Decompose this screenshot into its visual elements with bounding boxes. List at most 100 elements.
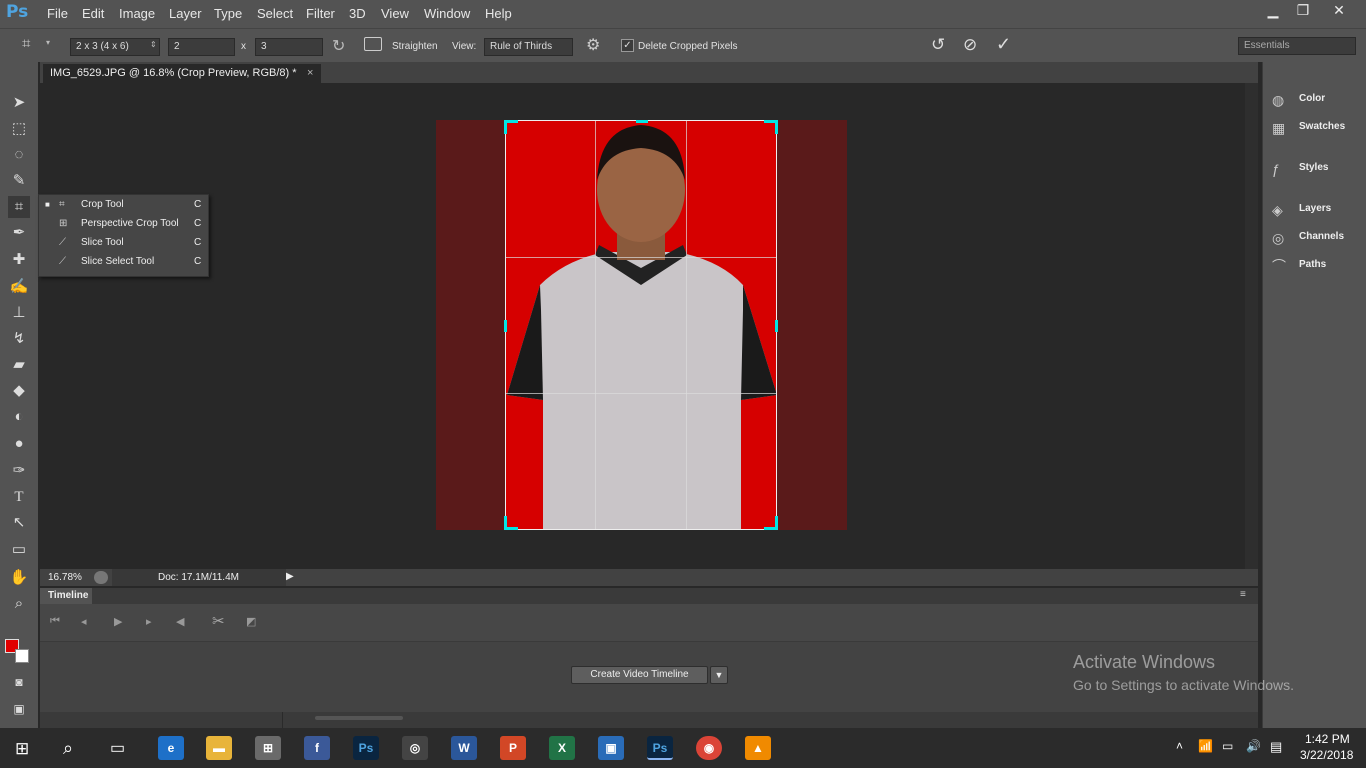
swatches-panel-tab[interactable]: Swatches xyxy=(1299,121,1345,132)
layers-panel-tab[interactable]: Layers xyxy=(1299,203,1331,214)
dodge-tool-icon[interactable]: ● xyxy=(8,433,30,455)
file-explorer-icon[interactable]: ▬ xyxy=(206,736,232,760)
menu-select[interactable]: Select xyxy=(257,6,293,21)
flyout-item-slice-tool[interactable]: ⟋ Slice Tool C xyxy=(39,233,208,252)
background-color-swatch[interactable] xyxy=(15,649,29,663)
hand-tool-icon[interactable]: ✋ xyxy=(8,567,30,589)
zoom-level[interactable]: 16.78% xyxy=(48,572,82,583)
clone-stamp-tool-icon[interactable]: ⊥ xyxy=(8,302,30,324)
play-icon[interactable]: ▶ xyxy=(114,615,122,628)
notification-icon[interactable]: ▤ xyxy=(1270,739,1282,755)
pen-tool-icon[interactable]: ✑ xyxy=(8,460,30,482)
crop-box[interactable] xyxy=(505,120,777,530)
straighten-label[interactable]: Straighten xyxy=(392,41,438,52)
menu-edit[interactable]: Edit xyxy=(82,6,104,21)
menu-window[interactable]: Window xyxy=(424,6,470,21)
move-tool-icon[interactable]: ➤ xyxy=(8,92,30,114)
history-brush-tool-icon[interactable]: ↯ xyxy=(8,328,30,350)
photoshop-active-taskbar-icon[interactable]: Ps xyxy=(647,736,673,760)
split-scissors-icon[interactable]: ✂ xyxy=(212,612,225,630)
document-tab[interactable]: IMG_6529.JPG @ 16.8% (Crop Preview, RGB/… xyxy=(43,64,321,83)
powerpoint-icon[interactable]: P xyxy=(500,736,526,760)
channels-panel-tab[interactable]: Channels xyxy=(1299,231,1344,242)
photoshop-taskbar-icon[interactable]: Ps xyxy=(353,736,379,760)
swatches-icon[interactable]: ▦ xyxy=(1272,121,1290,135)
menu-view[interactable]: View xyxy=(381,6,409,21)
path-select-tool-icon[interactable]: ↖ xyxy=(8,512,30,534)
audio-icon[interactable]: ◀ xyxy=(176,615,184,628)
battery-icon[interactable]: ▭ xyxy=(1222,739,1233,753)
windows-start-icon[interactable]: ⊞ xyxy=(15,739,29,759)
transition-icon[interactable]: ◩ xyxy=(246,615,256,628)
flyout-item-crop-tool[interactable]: ■ ⌗ Crop Tool C xyxy=(39,195,208,214)
crop-tool-icon[interactable]: ⌗ xyxy=(8,196,30,218)
brush-tool-icon[interactable]: ✍ xyxy=(8,276,30,298)
menu-file[interactable]: File xyxy=(47,6,68,21)
healing-brush-tool-icon[interactable]: ✚ xyxy=(8,249,30,271)
gear-icon[interactable]: ⚙ xyxy=(586,35,600,55)
reset-crop-icon[interactable]: ↺ xyxy=(931,35,945,55)
channels-icon[interactable]: ◎ xyxy=(1272,231,1290,245)
menu-layer[interactable]: Layer xyxy=(169,6,202,21)
menu-image[interactable]: Image xyxy=(119,6,155,21)
styles-icon[interactable]: ƒ xyxy=(1272,162,1290,176)
status-menu-arrow-icon[interactable]: ▶ xyxy=(286,571,294,582)
layers-icon[interactable]: ◈ xyxy=(1272,203,1290,217)
height-input[interactable]: 3 xyxy=(255,38,323,56)
eyedropper-tool-icon[interactable]: ✒ xyxy=(8,222,30,244)
minimize-button[interactable]: ▁ xyxy=(1258,0,1288,20)
excel-icon[interactable]: X xyxy=(549,736,575,760)
view-overlay-select[interactable]: Rule of Thirds xyxy=(484,38,573,56)
crop-handle-top[interactable] xyxy=(636,120,648,123)
flyout-item-perspective-crop-tool[interactable]: ⊞ Perspective Crop Tool C xyxy=(39,214,208,233)
status-info-icon[interactable] xyxy=(94,571,108,584)
screen-mode-icon[interactable]: ▣ xyxy=(8,698,30,720)
edge-browser-icon[interactable]: e xyxy=(158,736,184,760)
commit-crop-icon[interactable]: ✓ xyxy=(996,34,1011,55)
type-tool-icon[interactable]: T xyxy=(8,486,30,508)
straighten-icon[interactable] xyxy=(364,37,382,51)
vlc-icon[interactable]: ▲ xyxy=(745,736,771,760)
crop-tool-preset-icon[interactable]: ⌗ xyxy=(22,36,38,52)
lasso-tool-icon[interactable]: ◌ xyxy=(8,144,30,166)
previous-frame-icon[interactable]: ◂ xyxy=(81,615,87,628)
create-video-timeline-button[interactable]: Create Video Timeline xyxy=(571,666,708,684)
clock-time[interactable]: 1:42 PM xyxy=(1305,732,1350,746)
preset-select[interactable]: 2 x 3 (4 x 6) xyxy=(70,38,160,56)
close-tab-icon[interactable]: × xyxy=(307,64,313,83)
zoom-tool-icon[interactable]: ⌕ xyxy=(8,593,30,615)
marquee-tool-icon[interactable]: ⬚ xyxy=(8,118,30,140)
search-icon[interactable]: ⌕ xyxy=(63,738,73,759)
timeline-tab[interactable]: Timeline xyxy=(40,588,92,604)
menu-help[interactable]: Help xyxy=(485,6,512,21)
zoom-slider[interactable] xyxy=(315,716,403,720)
width-input[interactable]: 2 xyxy=(168,38,235,56)
crop-handle-bottom-left[interactable] xyxy=(504,516,507,530)
next-frame-icon[interactable]: ▸ xyxy=(146,615,152,628)
quick-select-tool-icon[interactable]: ✎ xyxy=(8,170,30,192)
crop-handle-bottom-right[interactable] xyxy=(775,516,778,530)
first-frame-icon[interactable]: ⏮ xyxy=(50,615,60,628)
timeline-options-dropdown[interactable]: ▼ xyxy=(710,666,728,684)
menu-3d[interactable]: 3D xyxy=(349,6,366,21)
close-window-button[interactable]: ✕ xyxy=(1324,0,1354,20)
styles-panel-tab[interactable]: Styles xyxy=(1299,162,1328,173)
menu-filter[interactable]: Filter xyxy=(306,6,335,21)
tray-chevron-icon[interactable]: ˄ xyxy=(1176,739,1183,753)
workspace-select[interactable]: Essentials xyxy=(1238,37,1356,55)
crop-handle-top-right[interactable] xyxy=(775,120,778,134)
restore-button[interactable]: ❐ xyxy=(1288,0,1318,20)
word-icon[interactable]: W xyxy=(451,736,477,760)
doc-info-field[interactable]: Doc: 17.1M/11.4M xyxy=(112,569,286,586)
crop-handle-left[interactable] xyxy=(504,320,507,332)
eraser-tool-icon[interactable]: ▰ xyxy=(8,354,30,376)
media-player-icon[interactable]: ◎ xyxy=(402,736,428,760)
menu-type[interactable]: Type xyxy=(214,6,242,21)
crop-handle-top-left[interactable] xyxy=(504,120,507,134)
paint-bucket-tool-icon[interactable]: ◆ xyxy=(8,380,30,402)
chrome-icon[interactable]: ◉ xyxy=(696,736,722,760)
cancel-crop-icon[interactable]: ⊘ xyxy=(963,35,977,55)
rectangle-tool-icon[interactable]: ▭ xyxy=(8,539,30,561)
network-icon[interactable]: 📶 xyxy=(1198,739,1213,753)
paths-icon[interactable]: ⌒ xyxy=(1272,259,1290,273)
